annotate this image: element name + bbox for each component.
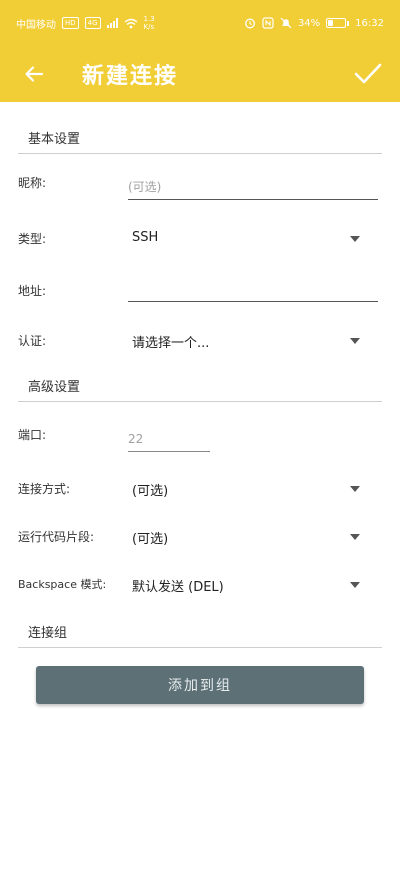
row-connect-mode: 连接方式: (可选)	[18, 472, 382, 508]
connect-mode-value: (可选)	[132, 484, 169, 499]
network-speed: 1.3 K/s	[143, 15, 155, 31]
section-header-group: 连接组	[18, 618, 382, 648]
wifi-icon	[124, 18, 137, 28]
snippet-value: (可选)	[132, 532, 169, 547]
dropdown-caret-icon	[350, 338, 360, 344]
checkmark-icon	[354, 63, 382, 84]
backspace-mode-label: Backspace 模式:	[18, 578, 107, 591]
battery-level-fill	[328, 20, 334, 26]
type-label: 类型:	[18, 232, 47, 246]
row-nickname: 昵称:	[18, 166, 382, 202]
port-label: 端口:	[18, 428, 47, 442]
dropdown-caret-icon	[350, 236, 360, 242]
snippet-label: 运行代码片段:	[18, 530, 95, 544]
back-button[interactable]	[16, 56, 52, 92]
connect-mode-label: 连接方式:	[18, 482, 71, 496]
row-auth: 认证: 请选择一个...	[18, 324, 382, 360]
alarm-icon	[244, 18, 255, 29]
address-label: 地址:	[18, 284, 47, 298]
backspace-mode-value: 默认发送 (DEL)	[132, 580, 224, 595]
status-bar: 中国移动 HD 4G 1.3 K/s 34% 16:32	[0, 0, 400, 46]
clock-time: 16:32	[355, 17, 384, 29]
arrow-left-icon	[25, 66, 44, 82]
status-left: 中国移动 HD 4G 1.3 K/s	[16, 15, 166, 31]
confirm-button[interactable]	[348, 54, 388, 94]
section-title-group: 连接组	[28, 626, 68, 641]
type-select[interactable]: SSH	[128, 222, 382, 256]
port-input[interactable]	[128, 418, 210, 452]
type-value: SSH	[132, 230, 159, 245]
nickname-label: 昵称:	[18, 176, 47, 190]
dropdown-caret-icon	[350, 534, 360, 540]
page-title: 新建连接	[82, 64, 179, 89]
hd-badge: HD	[62, 17, 79, 29]
dropdown-caret-icon	[350, 582, 360, 588]
auth-value: 请选择一个...	[132, 336, 210, 351]
app-bar: 新建连接	[0, 46, 400, 102]
nfc-icon	[262, 17, 274, 29]
dropdown-caret-icon	[350, 486, 360, 492]
row-type: 类型: SSH	[18, 222, 382, 258]
section-title-advanced: 高级设置	[28, 380, 81, 395]
mute-icon	[280, 17, 292, 29]
row-backspace-mode: Backspace 模式: 默认发送 (DEL)	[18, 568, 382, 604]
status-right: 34% 16:32	[244, 17, 384, 29]
snippet-select[interactable]: (可选)	[128, 520, 382, 554]
row-address: 地址:	[18, 268, 382, 304]
backspace-mode-select[interactable]: 默认发送 (DEL)	[128, 568, 382, 602]
auth-label: 认证:	[18, 334, 47, 348]
carrier-name: 中国移动	[16, 19, 56, 31]
network-type-badge: 4G	[84, 17, 101, 29]
address-input[interactable]	[128, 268, 378, 302]
section-header-basic: 基本设置	[18, 124, 382, 154]
battery-percent: 34%	[297, 17, 321, 29]
row-port: 端口:	[18, 418, 382, 454]
signal-icon	[106, 18, 118, 28]
connect-mode-select[interactable]: (可选)	[128, 472, 382, 506]
battery-icon	[326, 18, 350, 28]
section-header-advanced: 高级设置	[18, 372, 382, 402]
nickname-input[interactable]	[128, 166, 378, 200]
add-to-group-button[interactable]: 添加到组	[36, 666, 364, 704]
row-snippet: 运行代码片段: (可选)	[18, 520, 382, 556]
section-title-basic: 基本设置	[28, 132, 81, 147]
auth-select[interactable]: 请选择一个...	[128, 324, 382, 358]
